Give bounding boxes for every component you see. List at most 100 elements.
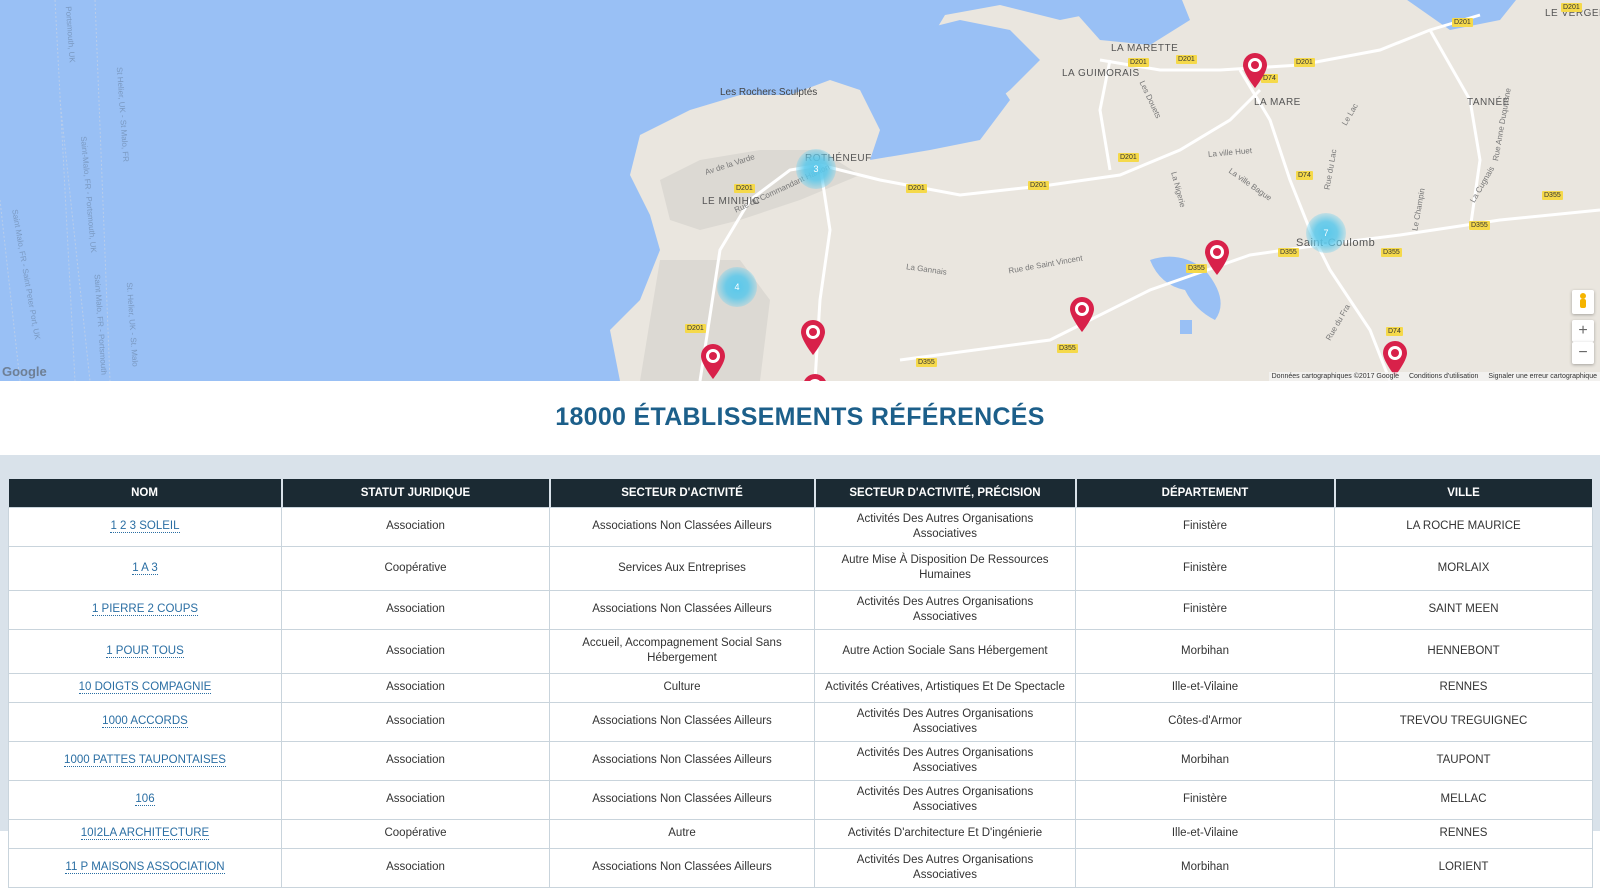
road-label: D201 xyxy=(906,184,927,193)
page-title: 18000 ÉTABLISSEMENTS RÉFÉRENCÉS xyxy=(555,403,1045,431)
road-label: D201 xyxy=(1128,58,1149,67)
table-row: 1 PIERRE 2 COUPS Association Associations … xyxy=(8,589,1593,630)
cell-ville: MELLAC xyxy=(1334,779,1593,820)
cell-precision: Activités Des Autres Organisations Assoc… xyxy=(814,589,1076,630)
cell-departement: Finistère xyxy=(1075,779,1335,820)
road-label: D201 xyxy=(1452,18,1473,27)
road-label: D201 xyxy=(685,324,706,333)
cell-precision: Activités Des Autres Organisations Assoc… xyxy=(814,740,1076,781)
table-row: 10I2LA ARCHITECTURE Coopérative Autre Activ… xyxy=(8,818,1593,849)
map-terms-link[interactable]: Conditions d'utilisation xyxy=(1409,373,1478,380)
cell-departement: Finistère xyxy=(1075,589,1335,630)
cell-ville: TAUPONT xyxy=(1334,740,1593,781)
establishment-link[interactable]: 1 2 3 SOLEIL xyxy=(110,520,180,533)
map-report-link[interactable]: Signaler une erreur cartographique xyxy=(1488,373,1597,380)
column-header-ville[interactable]: VILLE xyxy=(1334,479,1594,507)
cell-secteur: Associations Non Classées Ailleurs xyxy=(549,506,815,547)
map-pin-icon[interactable] xyxy=(799,318,827,356)
cell-departement: Finistère xyxy=(1075,506,1335,547)
cell-secteur: Culture xyxy=(549,672,815,703)
map[interactable]: LE VERGER LA MARETTE LA GUIMORAIS LA MAR… xyxy=(0,0,1600,381)
zoom-in-button[interactable]: + xyxy=(1572,320,1594,342)
establishment-link[interactable]: 11 P MAISONS ASSOCIATION xyxy=(65,861,225,874)
zoom-out-button[interactable]: − xyxy=(1572,342,1594,364)
marker-cluster[interactable]: 3 xyxy=(796,149,836,189)
map-pin-icon[interactable] xyxy=(1203,238,1231,276)
road-label: D201 xyxy=(1176,55,1197,64)
map-pin-icon[interactable] xyxy=(1241,51,1269,89)
cell-precision: Activités Des Autres Organisations Assoc… xyxy=(814,847,1076,888)
cell-statut: Association xyxy=(281,628,550,674)
road-label: D355 xyxy=(1057,344,1078,353)
cell-precision: Activités Des Autres Organisations Assoc… xyxy=(814,506,1076,547)
cell-departement: Côtes-d'Armor xyxy=(1075,701,1335,742)
cell-secteur: Accueil, Accompagnement Social Sans Hébe… xyxy=(549,628,815,674)
column-header-precision[interactable]: SECTEUR D'ACTIVITÉ, PRÉCISION xyxy=(814,479,1077,507)
column-header-statut[interactable]: STATUT JURIDIQUE xyxy=(281,479,551,507)
table-header-row: NOM STATUT JURIDIQUE SECTEUR D'ACTIVITÉ … xyxy=(8,479,1594,507)
cell-departement: Ille-et-Vilaine xyxy=(1075,672,1335,703)
cell-secteur: Associations Non Classées Ailleurs xyxy=(549,779,815,820)
map-attribution: Données cartographiques ©2017 Google Con… xyxy=(1268,372,1600,381)
cell-ville: LORIENT xyxy=(1334,847,1593,888)
place-la-marette: LA MARETTE xyxy=(1111,43,1179,54)
map-pin-icon[interactable] xyxy=(1068,295,1096,333)
cell-ville: HENNEBONT xyxy=(1334,628,1593,674)
cell-statut: Association xyxy=(281,506,550,547)
table-row: 1 2 3 SOLEIL Association Associations Non … xyxy=(8,506,1593,547)
cell-ville: SAINT MEEN xyxy=(1334,589,1593,630)
road-label: D355 xyxy=(1542,191,1563,200)
road-label: D355 xyxy=(1381,248,1402,257)
road-label: D74 xyxy=(1296,171,1313,180)
cell-secteur: Autre xyxy=(549,818,815,849)
cell-precision: Activités D'architecture Et D'ingénierie xyxy=(814,818,1076,849)
marker-cluster[interactable]: 7 xyxy=(1306,213,1346,253)
place-la-guimorais: LA GUIMORAIS xyxy=(1062,68,1140,79)
cell-ville: LA ROCHE MAURICE xyxy=(1334,506,1593,547)
establishment-link[interactable]: 106 xyxy=(135,793,155,806)
establishment-link[interactable]: 10 DOIGTS COMPAGNIE xyxy=(78,681,212,694)
street-view-pegman-icon[interactable] xyxy=(1572,290,1594,314)
cell-nom: 1 A 3 xyxy=(8,545,282,591)
cell-ville: MORLAIX xyxy=(1334,545,1593,591)
column-header-departement[interactable]: DÉPARTEMENT xyxy=(1075,479,1336,507)
road-label: D355 xyxy=(1469,221,1490,230)
cell-statut: Association xyxy=(281,779,550,820)
column-header-nom[interactable]: NOM xyxy=(8,479,283,507)
establishment-link[interactable]: 10I2LA ARCHITECTURE xyxy=(80,827,210,840)
road-label: D201 xyxy=(734,184,755,193)
cell-nom: 11 P MAISONS ASSOCIATION xyxy=(8,847,282,888)
map-pin-icon[interactable] xyxy=(801,372,829,381)
marker-cluster[interactable]: 4 xyxy=(717,267,757,307)
cell-departement: Morbihan xyxy=(1075,847,1335,888)
cell-secteur: Associations Non Classées Ailleurs xyxy=(549,701,815,742)
cell-nom: 1 POUR TOUS xyxy=(8,628,282,674)
cell-secteur: Associations Non Classées Ailleurs xyxy=(549,740,815,781)
cell-nom: 1 2 3 SOLEIL xyxy=(8,506,282,547)
road-label: D355 xyxy=(916,358,937,367)
establishment-link[interactable]: 1 PIERRE 2 COUPS xyxy=(91,603,199,616)
table-row: 106 Association Associations Non Classées … xyxy=(8,779,1593,820)
road-label: D201 xyxy=(1028,181,1049,190)
cell-nom: 1000 PATTES TAUPONTAISES xyxy=(8,740,282,781)
cell-statut: Coopérative xyxy=(281,545,550,591)
column-header-secteur[interactable]: SECTEUR D'ACTIVITÉ xyxy=(549,479,816,507)
map-pin-icon[interactable] xyxy=(699,342,727,380)
cell-ville: TREVOU TREGUIGNEC xyxy=(1334,701,1593,742)
cell-precision: Activités Des Autres Organisations Assoc… xyxy=(814,779,1076,820)
cell-departement: Morbihan xyxy=(1075,740,1335,781)
establishments-table: NOM STATUT JURIDIQUE SECTEUR D'ACTIVITÉ … xyxy=(8,479,1594,888)
cell-precision: Autre Action Sociale Sans Hébergement xyxy=(814,628,1076,674)
road-label: D201 xyxy=(1561,3,1582,12)
cell-statut: Association xyxy=(281,589,550,630)
establishment-link[interactable]: 1000 ACCORDS xyxy=(102,715,188,728)
cell-statut: Association xyxy=(281,701,550,742)
cell-ville: RENNES xyxy=(1334,818,1593,849)
table-row: 1000 ACCORDS Association Associations Non … xyxy=(8,701,1593,742)
establishment-link[interactable]: 1 POUR TOUS xyxy=(106,644,184,658)
road-label: D74 xyxy=(1386,327,1403,336)
table-row: 11 P MAISONS ASSOCIATION Association Assoc… xyxy=(8,847,1593,888)
establishment-link[interactable]: 1000 PATTES TAUPONTAISES xyxy=(64,754,226,767)
cell-statut: Association xyxy=(281,740,550,781)
establishment-link[interactable]: 1 A 3 xyxy=(132,561,158,575)
